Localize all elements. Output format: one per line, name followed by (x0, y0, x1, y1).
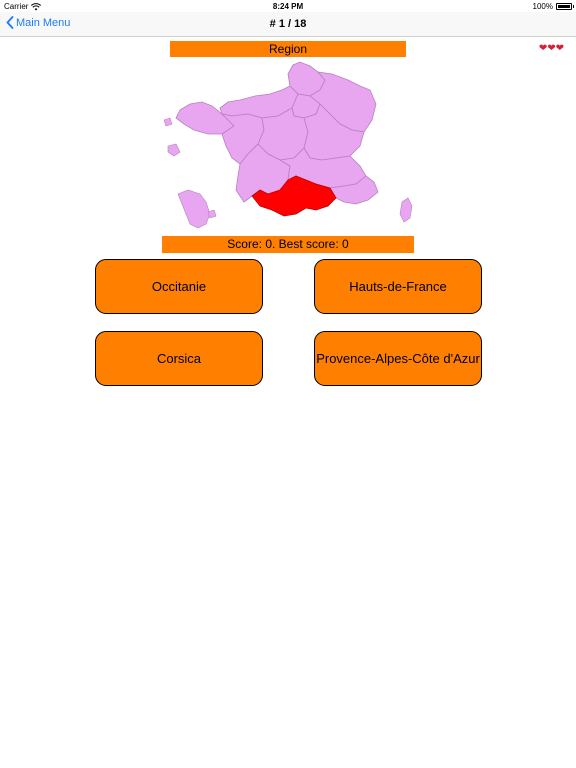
battery-indicator: 100% (532, 2, 574, 11)
answer-button-4[interactable]: Provence-Alpes-Côte d'Azur (314, 331, 482, 386)
battery-level (558, 5, 570, 8)
battery-percent: 100% (532, 2, 553, 11)
heart-icon: ❤ (555, 43, 564, 54)
score-display: Score: 0. Best score: 0 (162, 236, 414, 253)
heart-icon: ❤ (538, 43, 548, 54)
quiz-screen: Carrier 8:24 PM 100% Main Menu # 1 / 18 … (0, 0, 576, 768)
navigation-bar: Main Menu # 1 / 18 (0, 12, 576, 37)
corsica-island (399, 197, 413, 223)
question-prompt: Region (170, 41, 406, 57)
battery-icon (556, 3, 574, 10)
heart-icon: ❤ (547, 43, 556, 54)
answer-button-1[interactable]: Occitanie (95, 259, 263, 314)
answer-button-2[interactable]: Hauts-de-France (314, 259, 482, 314)
territory-1 (163, 117, 173, 127)
territory-3 (177, 189, 211, 229)
answer-button-3[interactable]: Corsica (95, 331, 263, 386)
territory-2 (167, 143, 181, 157)
mainland-regions (175, 61, 379, 205)
france-region-map (163, 61, 413, 229)
clock: 8:24 PM (272, 2, 304, 11)
status-bar: Carrier 8:24 PM 100% (0, 0, 576, 12)
lives-indicator: ❤ ❤ ❤ (539, 44, 564, 54)
question-counter: # 1 / 18 (269, 18, 307, 30)
